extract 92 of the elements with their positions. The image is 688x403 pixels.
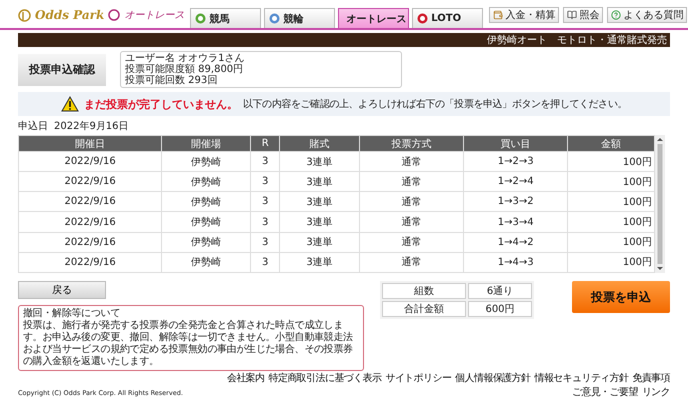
warning-title: まだ投票が完了していません。	[84, 96, 238, 112]
book-icon	[567, 10, 578, 20]
table-cell: 100円	[568, 172, 654, 192]
user-info-line: ユーザー名 オオウラ1さん	[125, 53, 246, 64]
footer-link[interactable]: リンク	[642, 385, 670, 399]
table-cell: 2022/9/16	[18, 152, 162, 172]
footer-link[interactable]: ご意見・ご要望	[572, 385, 638, 399]
table-cell: 通常	[359, 192, 464, 212]
table-cell: 1→3→2	[464, 192, 568, 212]
column-header: R	[250, 136, 280, 152]
column-header: 買い目	[464, 136, 568, 152]
summary-label: 合計金額	[382, 301, 466, 317]
table-cell: 3	[250, 252, 280, 272]
user-info-line: 投票可能回数 293回	[125, 75, 218, 86]
round-emblem-icon	[195, 13, 206, 24]
footer-link[interactable]: 個人情報保護方針	[455, 371, 530, 385]
table-cell: 通常	[359, 212, 464, 232]
table-cell: 伊勢崎	[162, 252, 251, 272]
footer-link[interactable]: 特定商取引法に基づく表示	[268, 371, 382, 385]
table-cell: 2022/9/16	[18, 192, 162, 212]
round-emblem-icon	[269, 13, 280, 24]
submit-vote-button[interactable]: 投票を申込	[572, 281, 670, 313]
table-cell: 2022/9/16	[18, 212, 162, 232]
table-cell: 伊勢崎	[162, 232, 251, 252]
notice-text: 投票は、施行者が発売する投票券の全発売金と合算された時点で成立します。お申込み後の変更、撤回、解除等は一切できません。小型自動車競走法および当サービスの規約で定める投票無効の事由が生じた場合、その投票券の購入金額を返還いたします。	[23, 320, 354, 368]
help-icon	[611, 10, 622, 20]
table-cell: 3	[250, 232, 280, 252]
table-cell: 3連単	[280, 232, 360, 252]
table-cell: 3連単	[280, 192, 360, 212]
footer-link[interactable]: サイトポリシー	[385, 371, 452, 385]
table-cell: 伊勢崎	[162, 192, 251, 212]
table-cell: 1→2→3	[464, 152, 568, 172]
summary-value: 600円	[468, 301, 532, 317]
table-cell: 3連単	[280, 172, 360, 192]
back-button[interactable]: 戻る	[18, 281, 106, 299]
table-cell: 伊勢崎	[162, 172, 251, 192]
summary-label: 組数	[382, 283, 466, 299]
footer-link[interactable]: 会社案内	[226, 371, 265, 385]
footer-link[interactable]: 情報セキュリティ方針	[534, 371, 628, 385]
nav-tab[interactable]: オートレース	[338, 8, 410, 28]
column-header: 投票方式	[359, 136, 464, 152]
table-cell: 3	[250, 192, 280, 212]
table-cell: 100円	[568, 192, 654, 212]
footer-link[interactable]: 免責事項	[632, 371, 670, 385]
nav-tab[interactable]: 競馬	[190, 8, 262, 28]
warning-message: 以下の内容をご確認の上、よろしければ右下の「投票を申込」ボタンを押してください。	[242, 98, 627, 111]
column-header: 賭式	[280, 136, 360, 152]
table-cell: 通常	[359, 232, 464, 252]
nav-tab[interactable]: 競輪	[264, 8, 336, 28]
table-cell: 3連単	[280, 252, 360, 272]
date-label: 申込日	[18, 120, 48, 133]
table-cell: 2022/9/16	[18, 172, 162, 192]
wallet-icon	[493, 10, 504, 20]
table-cell: 100円	[568, 212, 654, 232]
nav-tab[interactable]: LOTO	[412, 8, 484, 28]
table-cell: 伊勢崎	[162, 152, 251, 172]
table-cell: 1→4→3	[464, 252, 568, 272]
page-title: 投票申込確認	[18, 54, 106, 86]
table-cell: 3連単	[280, 152, 360, 172]
utility-button[interactable]: 照会	[563, 7, 604, 23]
table-cell: 1→4→2	[464, 232, 568, 252]
table-cell: 100円	[568, 252, 654, 272]
info-banner: 伊勢崎オート モトロト・通常賭式発売	[18, 33, 670, 47]
table-cell: 伊勢崎	[162, 212, 251, 232]
logo-text: Odds Park	[35, 8, 104, 22]
date-value: 2022年9月16日	[54, 120, 129, 133]
user-info-line: 投票可能限度額 89,800円	[125, 64, 244, 75]
table-cell: 3	[250, 152, 280, 172]
utility-button[interactable]: 入金・精算	[489, 7, 560, 23]
table-cell: 通常	[359, 152, 464, 172]
table-cell: 3連単	[280, 212, 360, 232]
table-cell: 1→3→4	[464, 212, 568, 232]
table-cell: 通常	[359, 252, 464, 272]
table-cell: 3	[250, 212, 280, 232]
warning-icon	[60, 96, 79, 112]
sub-logo-text: オートレース	[124, 9, 184, 22]
table-cell: 100円	[568, 152, 654, 172]
table-cell: 2022/9/16	[18, 252, 162, 272]
column-header: 金額	[568, 136, 654, 152]
utility-button[interactable]: よくある質問	[607, 7, 688, 23]
notice-title: 撤回・解除等について	[23, 308, 122, 320]
column-header: 開催日	[18, 136, 162, 152]
table-cell: 1→2→4	[464, 172, 568, 192]
table-cell: 100円	[568, 232, 654, 252]
column-header: 開催場	[162, 136, 251, 152]
table-cell: 通常	[359, 172, 464, 192]
scrollbar[interactable]	[655, 135, 665, 273]
logo-ring-icon	[18, 8, 31, 22]
table-cell: 3	[250, 172, 280, 192]
table-cell: 2022/9/16	[18, 232, 162, 252]
summary-value: 6通り	[468, 283, 532, 299]
round-emblem-icon	[417, 13, 428, 24]
